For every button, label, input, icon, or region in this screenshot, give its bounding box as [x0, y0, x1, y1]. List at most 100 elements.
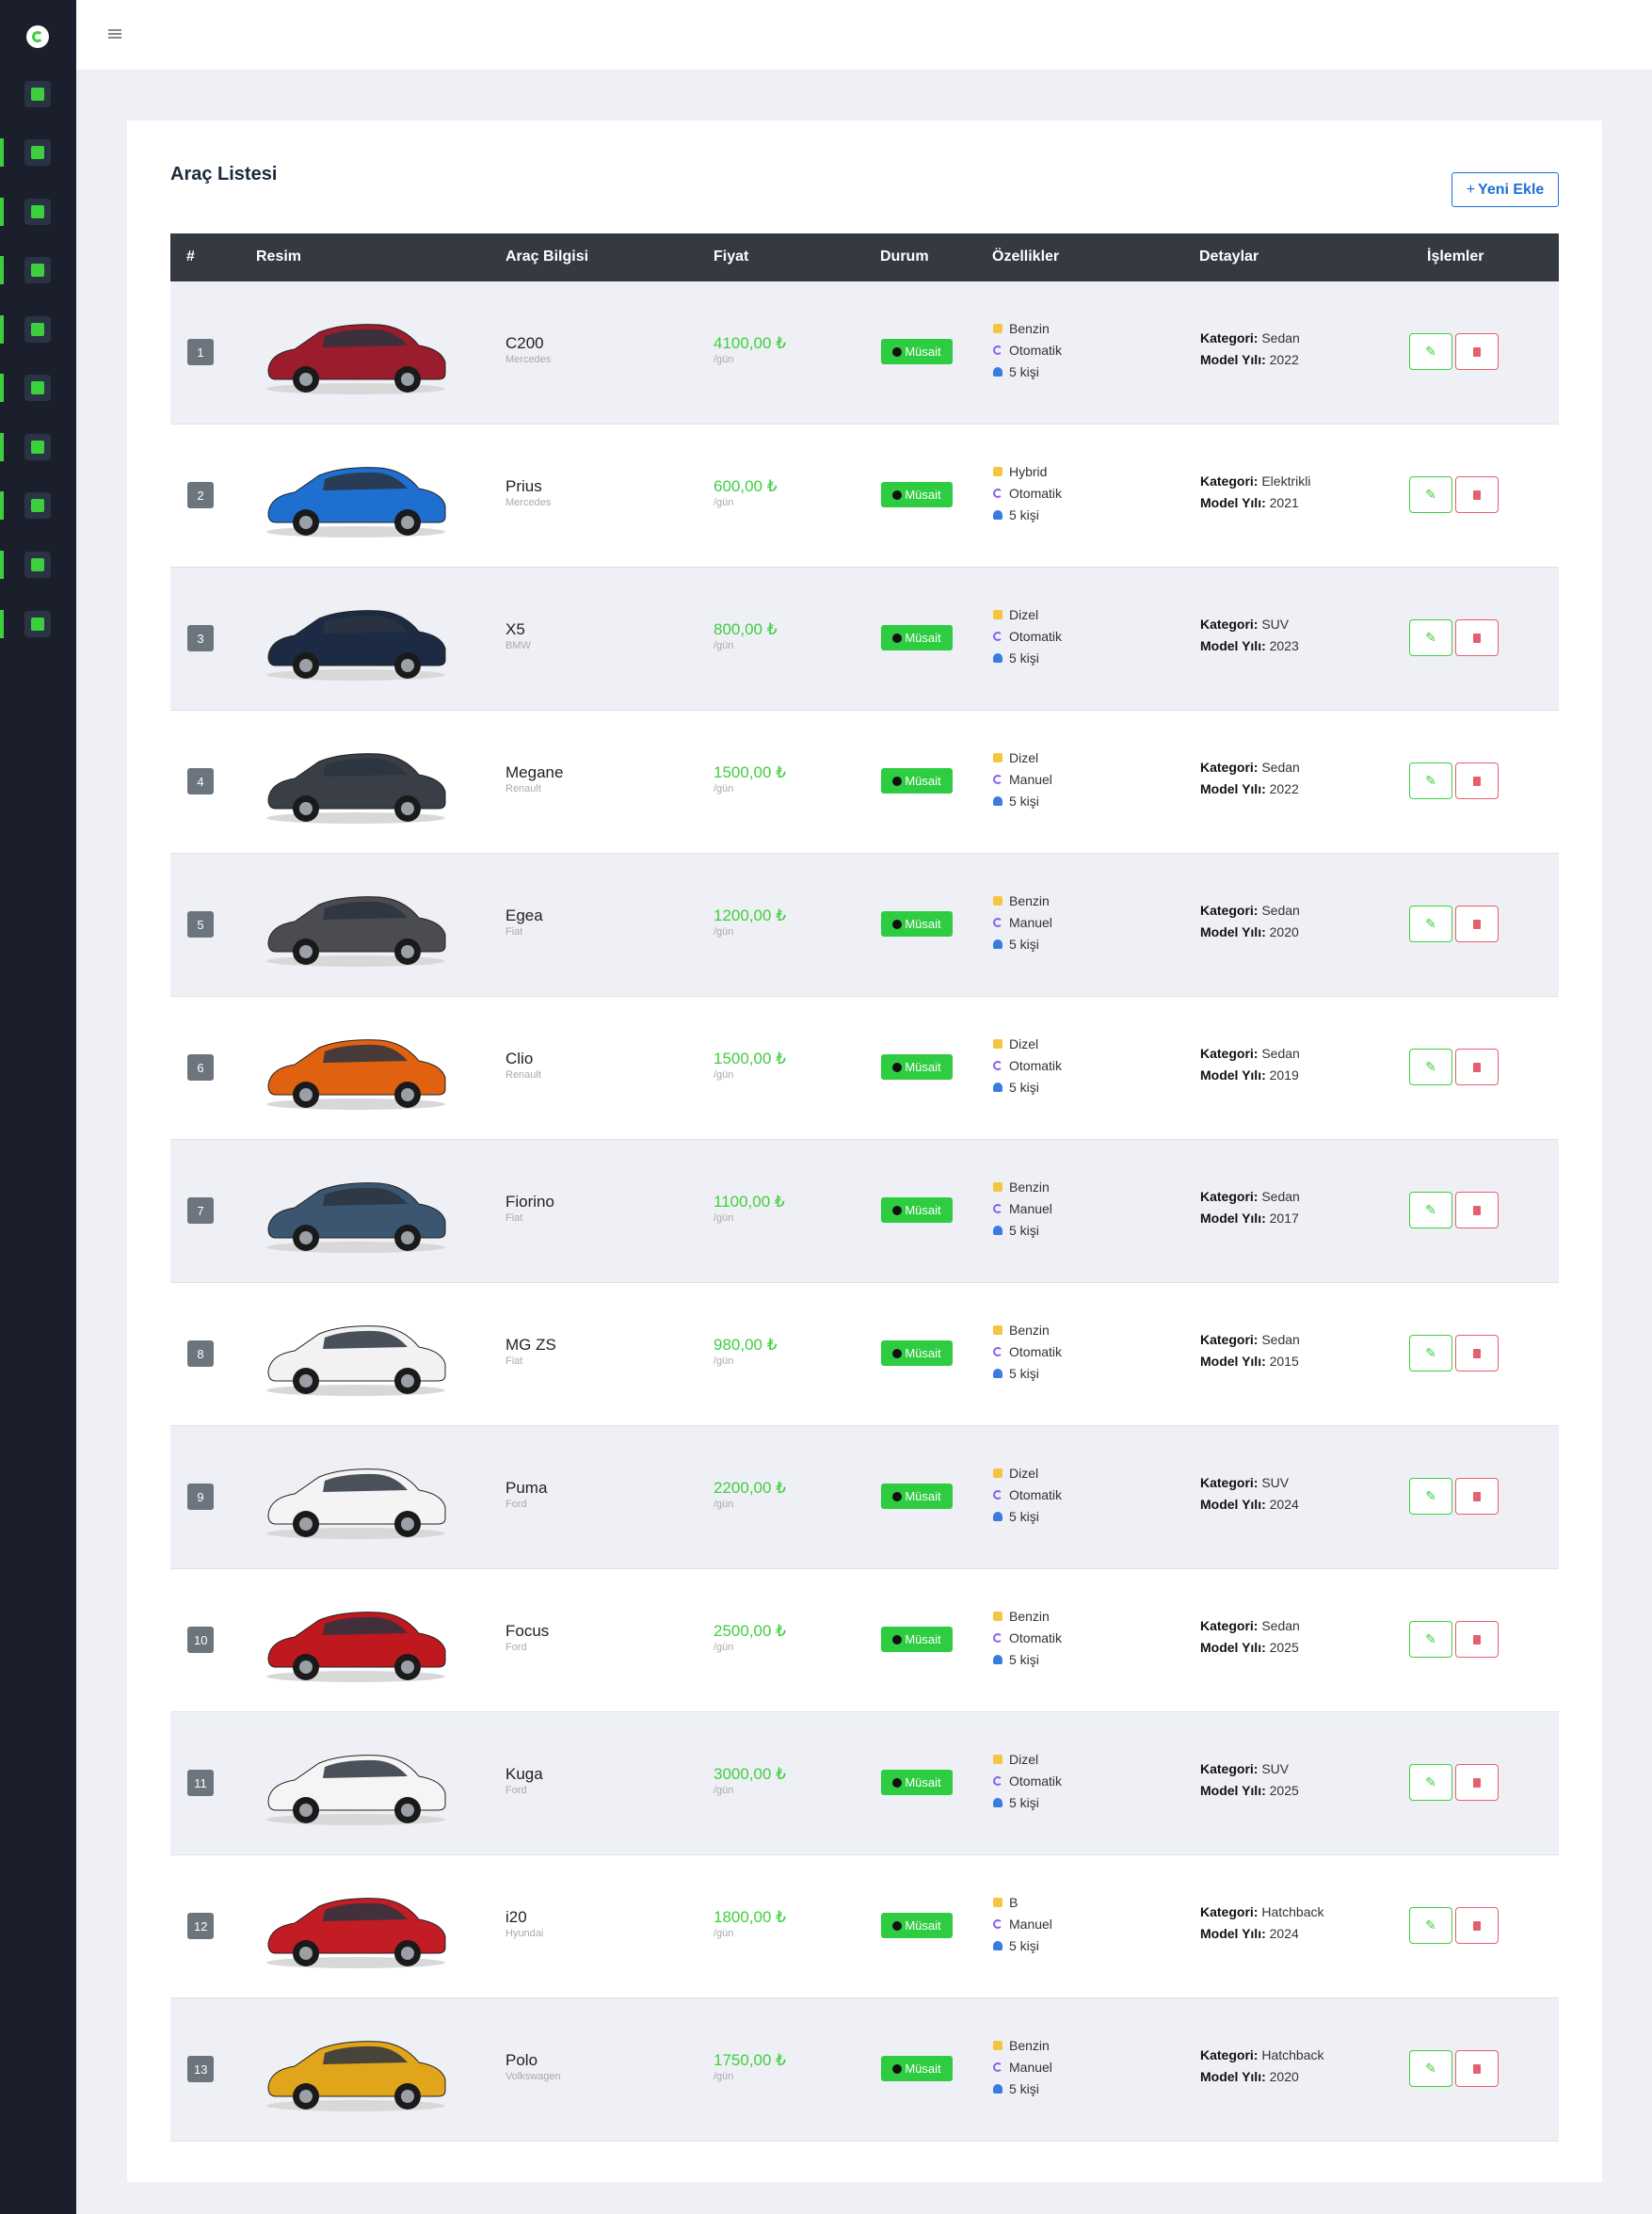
detail-year: Model Yılı: 2020: [1200, 924, 1299, 939]
sidebar-item-image[interactable]: [0, 491, 76, 520]
trash-icon: [1473, 1777, 1481, 1788]
delete-button[interactable]: [1455, 1049, 1499, 1085]
detail-category: Kategori: Sedan: [1200, 1332, 1300, 1347]
people-icon: [993, 510, 1002, 520]
feature-transmission: Manuel: [993, 915, 1052, 930]
edit-button[interactable]: ✎: [1409, 476, 1452, 513]
col-header-details: Detaylar: [1199, 249, 1259, 265]
category-value: Hatchback: [1261, 2047, 1324, 2062]
edit-button[interactable]: ✎: [1409, 1049, 1452, 1085]
year-value: 2021: [1269, 495, 1299, 510]
delete-button[interactable]: [1455, 1478, 1499, 1515]
status-badge: Müsait: [881, 2056, 953, 2081]
edit-button[interactable]: ✎: [1409, 762, 1452, 799]
delete-button[interactable]: [1455, 2050, 1499, 2087]
sidebar-item-message[interactable]: [0, 374, 76, 402]
vehicle-price: 600,00 ₺: [714, 477, 778, 495]
logo-c-icon[interactable]: [26, 25, 49, 48]
pencil-icon: ✎: [1425, 1345, 1436, 1360]
delete-button[interactable]: [1455, 1764, 1499, 1801]
tag-icon: [24, 139, 51, 166]
edit-button[interactable]: ✎: [1409, 2050, 1452, 2087]
category-key: Kategori:: [1200, 617, 1259, 632]
sidebar-item-tag[interactable]: [0, 138, 76, 167]
year-value: 2020: [1269, 924, 1299, 939]
vehicle-name: Fiorino: [505, 1193, 554, 1211]
table-row: 10 Focus Ford 2500,00 ₺ /gün Müsait Benz…: [170, 1569, 1559, 1712]
vehicle-price: 1500,00 ₺: [714, 1050, 786, 1067]
feature-seats: 5 kişi: [993, 794, 1039, 809]
feature-transmission: Manuel: [993, 2060, 1052, 2075]
status-label: Müsait: [905, 1775, 941, 1789]
vehicle-price: 3000,00 ₺: [714, 1765, 786, 1783]
fuel-icon: [993, 610, 1002, 619]
fuel-icon: [993, 467, 1002, 476]
sidebar-item-info[interactable]: [0, 610, 76, 638]
fuel-icon: [993, 1612, 1002, 1621]
delete-button[interactable]: [1455, 1907, 1499, 1944]
edit-button[interactable]: ✎: [1409, 1621, 1452, 1658]
vehicle-name: Megane: [505, 763, 564, 781]
edit-button[interactable]: ✎: [1409, 333, 1452, 370]
feature-seats: 5 kişi: [993, 507, 1039, 522]
vehicle-brand: Hyundai: [505, 1928, 544, 1939]
transmission-label: Otomatik: [1009, 1773, 1063, 1789]
sidebar-item-car[interactable]: [0, 198, 76, 226]
delete-button[interactable]: [1455, 1335, 1499, 1372]
delete-button[interactable]: [1455, 1621, 1499, 1658]
transmission-label: Otomatik: [1009, 1630, 1063, 1645]
sidebar-item-dashboard[interactable]: [0, 80, 76, 108]
active-indicator: [0, 610, 4, 638]
fuel-label: Dizel: [1009, 607, 1039, 622]
detail-category: Kategori: Sedan: [1200, 1046, 1300, 1061]
category-value: SUV: [1261, 1475, 1290, 1490]
delete-button[interactable]: [1455, 619, 1499, 656]
sidebar-item-calendar[interactable]: [0, 433, 76, 461]
sidebar-item-command[interactable]: [0, 256, 76, 284]
car-image: [266, 2041, 446, 2111]
feature-seats: 5 kişi: [993, 1080, 1039, 1095]
edit-button[interactable]: ✎: [1409, 1478, 1452, 1515]
edit-button[interactable]: ✎: [1409, 1192, 1452, 1228]
category-value: Sedan: [1261, 903, 1300, 918]
edit-button[interactable]: ✎: [1409, 906, 1452, 942]
edit-button[interactable]: ✎: [1409, 619, 1452, 656]
delete-button[interactable]: [1455, 333, 1499, 370]
check-circle-icon: [892, 1920, 903, 1931]
price-unit: /gün: [714, 640, 734, 651]
row-number-badge: 11: [187, 1770, 214, 1796]
status-label: Müsait: [905, 488, 941, 502]
feature-fuel: Hybrid: [993, 464, 1047, 479]
trash-icon: [1473, 1634, 1481, 1644]
table-row: 13 Polo Volkswagen 1750,00 ₺ /gün Müsait…: [170, 1998, 1559, 2142]
edit-button[interactable]: ✎: [1409, 1335, 1452, 1372]
seats-label: 5 kişi: [1009, 1795, 1039, 1810]
feature-transmission: Otomatik: [993, 1487, 1062, 1502]
pencil-icon: ✎: [1425, 630, 1436, 645]
status-label: Müsait: [905, 631, 941, 645]
check-circle-icon: [892, 776, 903, 786]
people-icon: [993, 1655, 1002, 1664]
add-new-button[interactable]: + Yeni Ekle: [1452, 172, 1559, 207]
table-row: 8 MG ZS Fiat 980,00 ₺ /gün Müsait Benzin…: [170, 1283, 1559, 1426]
delete-button[interactable]: [1455, 762, 1499, 799]
table-row: 6 Clio Renault 1500,00 ₺ /gün Müsait Diz…: [170, 997, 1559, 1140]
feature-fuel: Dizel: [993, 750, 1038, 765]
feature-transmission: Otomatik: [993, 629, 1062, 644]
hamburger-icon[interactable]: [108, 29, 121, 39]
vehicle-name: C200: [505, 334, 544, 352]
edit-button[interactable]: ✎: [1409, 1764, 1452, 1801]
table-row: 1 C200 Mercedes 4100,00 ₺ /gün Müsait Be…: [170, 281, 1559, 425]
delete-button[interactable]: [1455, 476, 1499, 513]
car-icon: [24, 199, 51, 225]
delete-button[interactable]: [1455, 1192, 1499, 1228]
delete-button[interactable]: [1455, 906, 1499, 942]
status-badge: Müsait: [881, 1484, 953, 1509]
table-row: 12 i20 Hyundai 1800,00 ₺ /gün Müsait B M…: [170, 1855, 1559, 1998]
edit-button[interactable]: ✎: [1409, 1907, 1452, 1944]
price-unit: /gün: [714, 1642, 734, 1653]
vehicle-name: MG ZS: [505, 1336, 556, 1354]
vehicle-brand: Fiat: [505, 926, 523, 938]
sidebar-item-location[interactable]: [0, 551, 76, 579]
sidebar-item-user[interactable]: [0, 315, 76, 344]
